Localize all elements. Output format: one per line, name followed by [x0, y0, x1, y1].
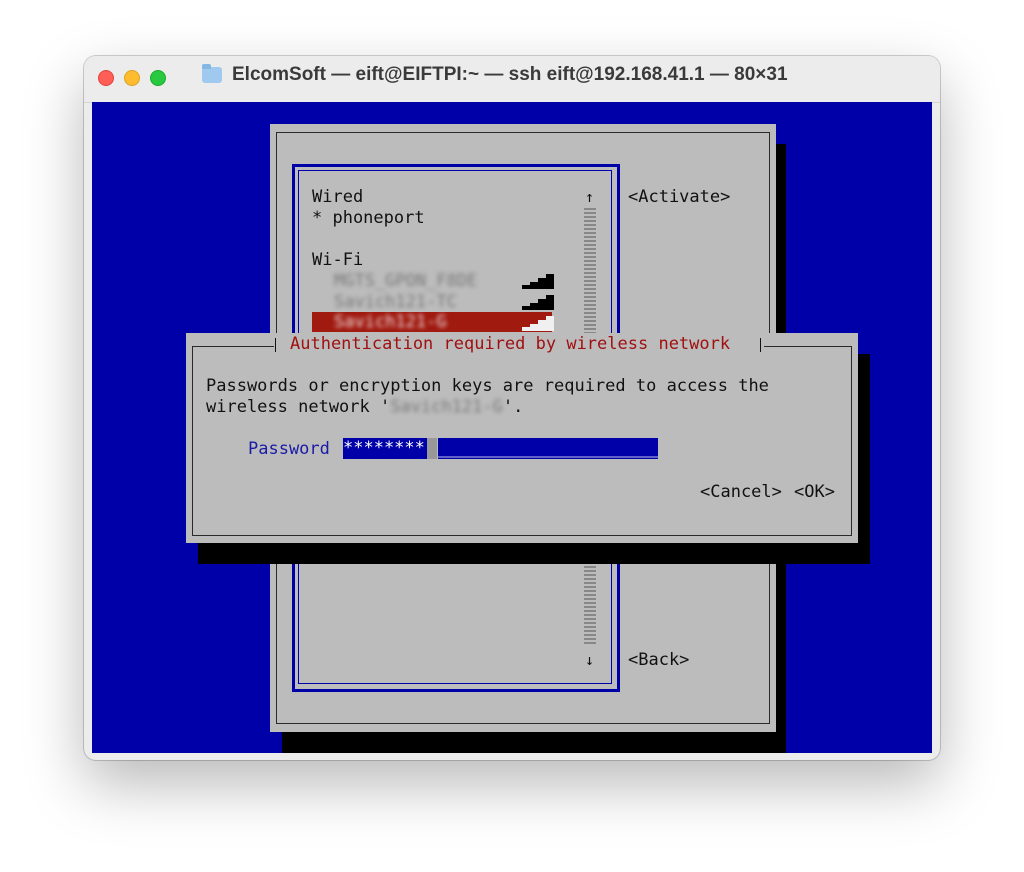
terminal-window: ElcomSoft — eift@EIFTPI:~ — ssh eift@192…	[84, 56, 940, 760]
scroll-down-arrow[interactable]: ↓	[585, 650, 594, 671]
dialog-message-line2: wireless network 'Savich121-G'.	[206, 397, 523, 418]
minimize-button[interactable]	[124, 70, 140, 86]
window-title: ElcomSoft — eift@EIFTPI:~ — ssh eift@192…	[232, 64, 788, 85]
message-prefix: wireless network '	[206, 397, 391, 417]
wired-header: Wired	[312, 187, 364, 207]
password-label: Password	[248, 439, 330, 459]
scrollbar-track[interactable]	[584, 208, 596, 334]
connection-item-phoneport[interactable]: * phoneport	[312, 208, 425, 229]
password-input[interactable]: ********	[343, 438, 427, 459]
message-suffix: '.	[502, 397, 524, 417]
scroll-up-arrow[interactable]: ↑	[585, 187, 594, 208]
ok-button[interactable]: <OK>	[794, 482, 835, 503]
scrollbar-track-lower[interactable]	[584, 564, 596, 644]
folder-icon	[202, 64, 222, 83]
selected-wifi-item-label: Savich121-G	[334, 312, 447, 332]
zoom-button[interactable]	[150, 70, 166, 86]
title-bar[interactable]: ElcomSoft — eift@EIFTPI:~ — ssh eift@192…	[84, 56, 940, 103]
wifi-item-2[interactable]: Savich121-TC	[334, 292, 457, 313]
terminal-screen[interactable]: Wired * phoneport Wi-Fi MGTS_GPON_F8DE S…	[92, 102, 932, 753]
cancel-button[interactable]: <Cancel>	[700, 482, 782, 503]
wifi-item-1[interactable]: MGTS_GPON_F8DE	[334, 271, 477, 292]
activate-button[interactable]: <Activate>	[628, 187, 730, 208]
title-bracket-left	[275, 338, 276, 352]
wifi-header: Wi-Fi	[312, 250, 364, 270]
message-network-name: Savich121-G	[390, 397, 503, 417]
dialog-message-line1: Passwords or encryption keys are require…	[206, 376, 769, 396]
dialog-title: Authentication required by wireless netw…	[290, 334, 731, 354]
title-bracket-right	[760, 338, 761, 352]
close-button[interactable]	[98, 70, 114, 86]
text-cursor	[427, 438, 437, 459]
back-button[interactable]: <Back>	[628, 650, 689, 671]
input-underline	[438, 456, 658, 458]
